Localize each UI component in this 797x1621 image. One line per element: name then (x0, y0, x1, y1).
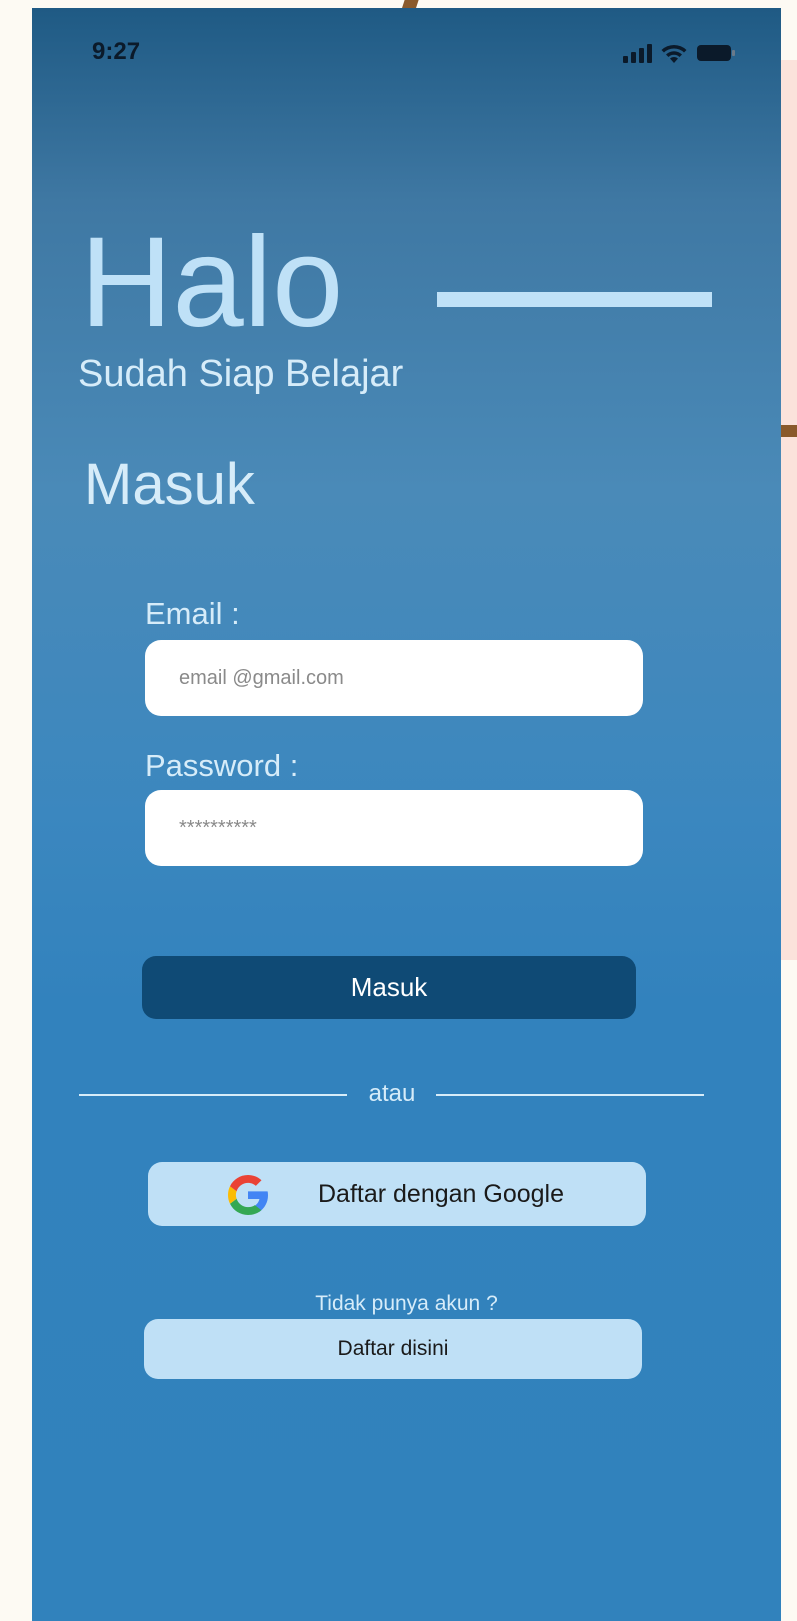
hero-decorative-line (437, 292, 712, 307)
page-background: 9:27 Halo Sudah Siap Belajar Masuk Email… (0, 0, 797, 1621)
wifi-icon (661, 44, 687, 63)
status-time: 9:27 (92, 38, 141, 65)
password-field[interactable] (145, 790, 643, 866)
signal-icon (623, 44, 652, 63)
register-button[interactable]: Daftar disini (144, 1319, 642, 1379)
google-signup-label: Daftar dengan Google (318, 1180, 565, 1208)
google-icon (228, 1175, 268, 1215)
google-signup-button[interactable]: Daftar dengan Google (148, 1162, 646, 1226)
divider-line-right (436, 1094, 704, 1096)
email-field[interactable] (145, 640, 643, 716)
phone-screen: 9:27 Halo Sudah Siap Belajar Masuk Email… (32, 8, 781, 1621)
no-account-prompt: Tidak punya akun ? (315, 1292, 498, 1315)
hero-subtitle: Sudah Siap Belajar (78, 353, 404, 395)
password-label: Password : (145, 748, 299, 783)
email-label: Email : (145, 596, 240, 631)
divider-text: atau (368, 1080, 416, 1107)
login-button[interactable]: Masuk (142, 956, 636, 1019)
login-heading: Masuk (84, 452, 255, 517)
divider-line-left (79, 1094, 347, 1096)
hero-title: Halo (80, 211, 344, 354)
status-bar: 9:27 (32, 8, 781, 88)
status-icons (622, 42, 736, 64)
battery-icon (697, 45, 735, 61)
